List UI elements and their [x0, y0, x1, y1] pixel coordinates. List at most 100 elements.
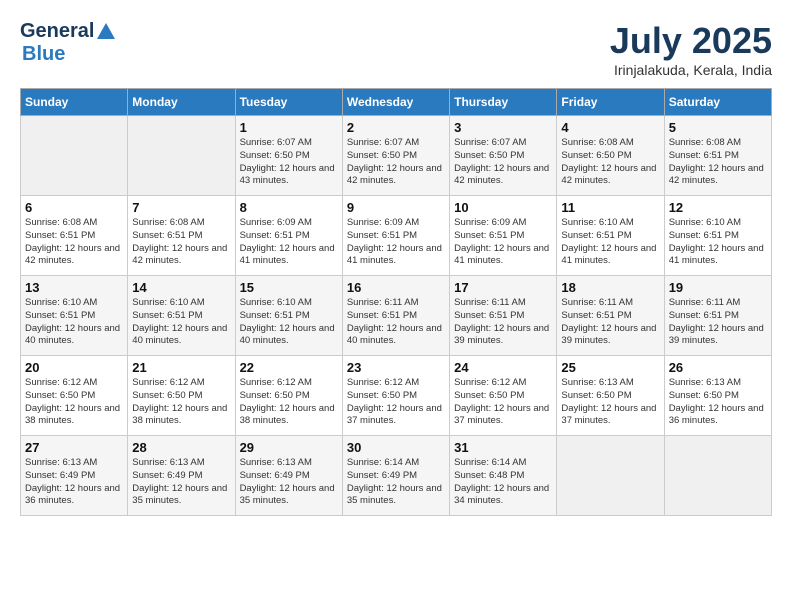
calendar-day-cell: 23 Sunrise: 6:12 AM Sunset: 6:50 PM Dayli… [342, 356, 449, 436]
day-number: 9 [347, 200, 445, 215]
day-info: Sunrise: 6:09 AM Sunset: 6:51 PM Dayligh… [454, 217, 552, 268]
calendar-day-cell: 19 Sunrise: 6:11 AM Sunset: 6:51 PM Dayli… [664, 276, 771, 356]
day-number: 15 [240, 280, 338, 295]
day-number: 19 [669, 280, 767, 295]
day-number: 28 [132, 440, 230, 455]
day-info: Sunrise: 6:12 AM Sunset: 6:50 PM Dayligh… [240, 377, 338, 428]
day-info: Sunrise: 6:07 AM Sunset: 6:50 PM Dayligh… [454, 137, 552, 188]
location: Irinjalakuda, Kerala, India [610, 62, 772, 78]
day-number: 12 [669, 200, 767, 215]
day-number: 8 [240, 200, 338, 215]
calendar-day-header: Thursday [450, 89, 557, 116]
calendar-day-cell: 31Sunrise: 6:14 AM Sunset: 6:48 PM Dayli… [450, 436, 557, 516]
calendar-day-header: Saturday [664, 89, 771, 116]
calendar-day-cell [21, 116, 128, 196]
day-number: 6 [25, 200, 123, 215]
calendar-day-cell: 20 Sunrise: 6:12 AM Sunset: 6:50 PM Dayli… [21, 356, 128, 436]
day-number: 31 [454, 440, 552, 455]
calendar-day-cell [557, 436, 664, 516]
logo-blue: Blue [22, 43, 65, 65]
day-number: 23 [347, 360, 445, 375]
day-info: Sunrise: 6:12 AM Sunset: 6:50 PM Dayligh… [132, 377, 230, 428]
day-info: Sunrise: 6:11 AM Sunset: 6:51 PM Dayligh… [454, 297, 552, 348]
calendar-day-cell: 21 Sunrise: 6:12 AM Sunset: 6:50 PM Dayli… [128, 356, 235, 436]
day-info: Sunrise: 6:12 AM Sunset: 6:50 PM Dayligh… [25, 377, 123, 428]
calendar-day-cell: 15 Sunrise: 6:10 AM Sunset: 6:51 PM Dayli… [235, 276, 342, 356]
calendar-day-cell: 25 Sunrise: 6:13 AM Sunset: 6:50 PM Dayli… [557, 356, 664, 436]
calendar-week-row: 27 Sunrise: 6:13 AM Sunset: 6:49 PM Dayli… [21, 436, 772, 516]
day-info: Sunrise: 6:08 AM Sunset: 6:51 PM Dayligh… [132, 217, 230, 268]
day-info: Sunrise: 6:08 AM Sunset: 6:51 PM Dayligh… [25, 217, 123, 268]
day-info: Sunrise: 6:12 AM Sunset: 6:50 PM Dayligh… [454, 377, 552, 428]
calendar-day-cell: 9 Sunrise: 6:09 AM Sunset: 6:51 PM Daylig… [342, 196, 449, 276]
day-info: Sunrise: 6:13 AM Sunset: 6:49 PM Dayligh… [240, 457, 338, 508]
calendar-day-cell: 1Sunrise: 6:07 AM Sunset: 6:50 PM Daylig… [235, 116, 342, 196]
calendar-day-cell [664, 436, 771, 516]
calendar-table: SundayMondayTuesdayWednesdayThursdayFrid… [20, 88, 772, 516]
calendar-day-header: Friday [557, 89, 664, 116]
calendar-day-cell: 29 Sunrise: 6:13 AM Sunset: 6:49 PM Dayli… [235, 436, 342, 516]
calendar-day-cell: 27 Sunrise: 6:13 AM Sunset: 6:49 PM Dayli… [21, 436, 128, 516]
calendar-day-cell: 26 Sunrise: 6:13 AM Sunset: 6:50 PM Dayli… [664, 356, 771, 436]
day-info: Sunrise: 6:13 AM Sunset: 6:50 PM Dayligh… [561, 377, 659, 428]
calendar-day-cell: 18 Sunrise: 6:11 AM Sunset: 6:51 PM Dayli… [557, 276, 664, 356]
calendar-day-cell: 12 Sunrise: 6:10 AM Sunset: 6:51 PM Dayli… [664, 196, 771, 276]
day-number: 29 [240, 440, 338, 455]
calendar-day-cell: 5 Sunrise: 6:08 AM Sunset: 6:51 PM Daylig… [664, 116, 771, 196]
day-info: Sunrise: 6:14 AM Sunset: 6:49 PM Dayligh… [347, 457, 445, 508]
day-number: 24 [454, 360, 552, 375]
calendar-day-cell: 24 Sunrise: 6:12 AM Sunset: 6:50 PM Dayli… [450, 356, 557, 436]
day-info: Sunrise: 6:09 AM Sunset: 6:51 PM Dayligh… [240, 217, 338, 268]
calendar-day-header: Tuesday [235, 89, 342, 116]
day-info: Sunrise: 6:13 AM Sunset: 6:49 PM Dayligh… [25, 457, 123, 508]
calendar-week-row: 6 Sunrise: 6:08 AM Sunset: 6:51 PM Daylig… [21, 196, 772, 276]
calendar-day-cell: 8 Sunrise: 6:09 AM Sunset: 6:51 PM Daylig… [235, 196, 342, 276]
day-info: Sunrise: 6:10 AM Sunset: 6:51 PM Dayligh… [561, 217, 659, 268]
day-info: Sunrise: 6:12 AM Sunset: 6:50 PM Dayligh… [347, 377, 445, 428]
logo: General Blue [20, 20, 118, 66]
calendar-day-cell [128, 116, 235, 196]
day-info: Sunrise: 6:10 AM Sunset: 6:51 PM Dayligh… [669, 217, 767, 268]
calendar-day-cell: 22Sunrise: 6:12 AM Sunset: 6:50 PM Dayli… [235, 356, 342, 436]
calendar-day-cell: 10 Sunrise: 6:09 AM Sunset: 6:51 PM Dayli… [450, 196, 557, 276]
day-number: 25 [561, 360, 659, 375]
day-number: 14 [132, 280, 230, 295]
month-title: July 2025 [610, 20, 772, 62]
day-info: Sunrise: 6:09 AM Sunset: 6:51 PM Dayligh… [347, 217, 445, 268]
calendar-body: 1Sunrise: 6:07 AM Sunset: 6:50 PM Daylig… [21, 116, 772, 516]
day-number: 17 [454, 280, 552, 295]
day-info: Sunrise: 6:11 AM Sunset: 6:51 PM Dayligh… [561, 297, 659, 348]
calendar-week-row: 13Sunrise: 6:10 AM Sunset: 6:51 PM Dayli… [21, 276, 772, 356]
logo-icon [95, 21, 117, 43]
day-number: 2 [347, 120, 445, 135]
day-number: 26 [669, 360, 767, 375]
page-header: General Blue July 2025 Irinjalakuda, Ker… [20, 20, 772, 78]
day-number: 3 [454, 120, 552, 135]
calendar-day-cell: 11 Sunrise: 6:10 AM Sunset: 6:51 PM Dayli… [557, 196, 664, 276]
day-number: 30 [347, 440, 445, 455]
day-number: 21 [132, 360, 230, 375]
calendar-day-cell: 14 Sunrise: 6:10 AM Sunset: 6:51 PM Dayli… [128, 276, 235, 356]
day-number: 4 [561, 120, 659, 135]
day-number: 7 [132, 200, 230, 215]
day-number: 11 [561, 200, 659, 215]
day-info: Sunrise: 6:08 AM Sunset: 6:50 PM Dayligh… [561, 137, 659, 188]
day-info: Sunrise: 6:10 AM Sunset: 6:51 PM Dayligh… [132, 297, 230, 348]
calendar-day-cell: 30 Sunrise: 6:14 AM Sunset: 6:49 PM Dayli… [342, 436, 449, 516]
day-number: 5 [669, 120, 767, 135]
day-number: 20 [25, 360, 123, 375]
day-info: Sunrise: 6:11 AM Sunset: 6:51 PM Dayligh… [669, 297, 767, 348]
calendar-day-cell: 13Sunrise: 6:10 AM Sunset: 6:51 PM Dayli… [21, 276, 128, 356]
day-number: 27 [25, 440, 123, 455]
title-block: July 2025 Irinjalakuda, Kerala, India [610, 20, 772, 78]
calendar-week-row: 20 Sunrise: 6:12 AM Sunset: 6:50 PM Dayli… [21, 356, 772, 436]
calendar-day-header: Sunday [21, 89, 128, 116]
day-info: Sunrise: 6:08 AM Sunset: 6:51 PM Dayligh… [669, 137, 767, 188]
day-info: Sunrise: 6:10 AM Sunset: 6:51 PM Dayligh… [240, 297, 338, 348]
day-number: 10 [454, 200, 552, 215]
day-info: Sunrise: 6:13 AM Sunset: 6:50 PM Dayligh… [669, 377, 767, 428]
calendar-day-cell: 4 Sunrise: 6:08 AM Sunset: 6:50 PM Daylig… [557, 116, 664, 196]
day-number: 18 [561, 280, 659, 295]
calendar-day-cell: 17 Sunrise: 6:11 AM Sunset: 6:51 PM Dayli… [450, 276, 557, 356]
calendar-day-cell: 16Sunrise: 6:11 AM Sunset: 6:51 PM Dayli… [342, 276, 449, 356]
